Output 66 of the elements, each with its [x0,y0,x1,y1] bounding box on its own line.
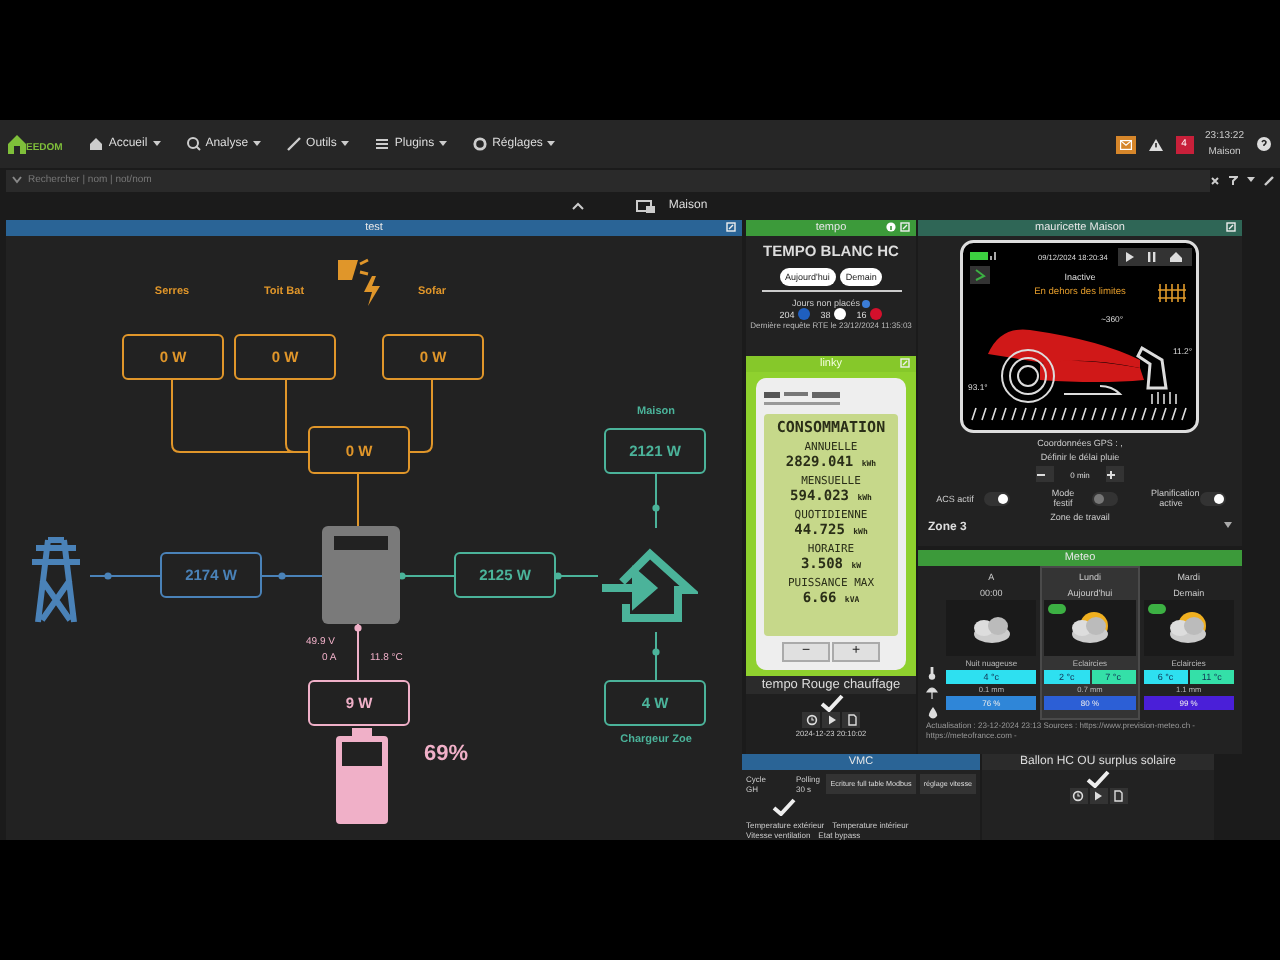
toggle-switch[interactable] [1091,491,1117,505]
connector-line [354,623,362,681]
toggle-switch[interactable] [1199,491,1225,505]
cloud-icon [971,612,1012,644]
clock-icon [1072,790,1084,802]
connector-line [357,473,359,527]
info-icon [862,299,871,307]
connector-line [409,379,433,453]
list-icon [374,136,391,152]
increase-button[interactable] [1106,466,1124,482]
caret-icon [151,140,162,148]
drop-icon [927,706,937,720]
umbrella-icon [926,686,938,700]
connector-line [398,572,455,580]
caret-icon [1246,176,1256,184]
copy-button[interactable] [1109,788,1127,804]
battery-percentage: 69% [424,742,469,766]
meter-label-drawing [764,390,844,410]
solar-panel-icon [334,256,386,308]
caret-icon [1224,522,1232,528]
help-icon [1256,136,1272,152]
caret-icon [546,140,557,148]
connector-line [554,572,599,580]
toggle-switch[interactable] [983,491,1009,505]
signal-icon [990,252,996,260]
chevron-up-icon [572,202,585,210]
pencil-icon [1264,175,1274,185]
pause-icon[interactable] [1148,252,1156,262]
caret-icon [340,140,351,148]
connector-line [261,572,323,580]
copy-button[interactable] [842,712,860,728]
envelope-icon [1119,139,1132,149]
notification-badge[interactable] [1115,135,1136,153]
play-button[interactable] [822,712,840,728]
mower-status-icon [970,266,990,284]
battery-icon [970,252,988,260]
connector-line [652,631,660,681]
fence-icon [1157,283,1187,303]
close-icon [1210,175,1220,185]
devices-icon [636,199,657,213]
decrease-button[interactable] [1036,466,1054,482]
sun-cloud-icon [1069,612,1110,644]
document-icon [845,714,857,726]
home-icon [88,136,105,152]
caret-icon [438,140,449,148]
clock-icon [805,714,817,726]
connector-line [89,572,161,580]
history-button[interactable] [802,712,820,728]
thermometer-icon [928,666,936,680]
warning-icon [1147,137,1164,151]
sun-cloud-icon [1168,612,1209,644]
connector-line [652,473,660,529]
home-icon[interactable] [1170,252,1182,262]
caret-icon [252,140,263,148]
document-icon [1112,790,1124,802]
play-icon[interactable] [1126,252,1134,262]
minus-icon [1036,469,1046,479]
play-icon [825,714,837,726]
plus-icon [1106,469,1116,479]
power-pylon-icon [28,532,84,624]
play-icon [1092,790,1104,802]
house-logo-icon [8,134,26,154]
caret-icon [12,176,22,184]
history-button[interactable] [1069,788,1087,804]
play-button[interactable] [1089,788,1107,804]
energy-meter-icon [322,526,400,624]
